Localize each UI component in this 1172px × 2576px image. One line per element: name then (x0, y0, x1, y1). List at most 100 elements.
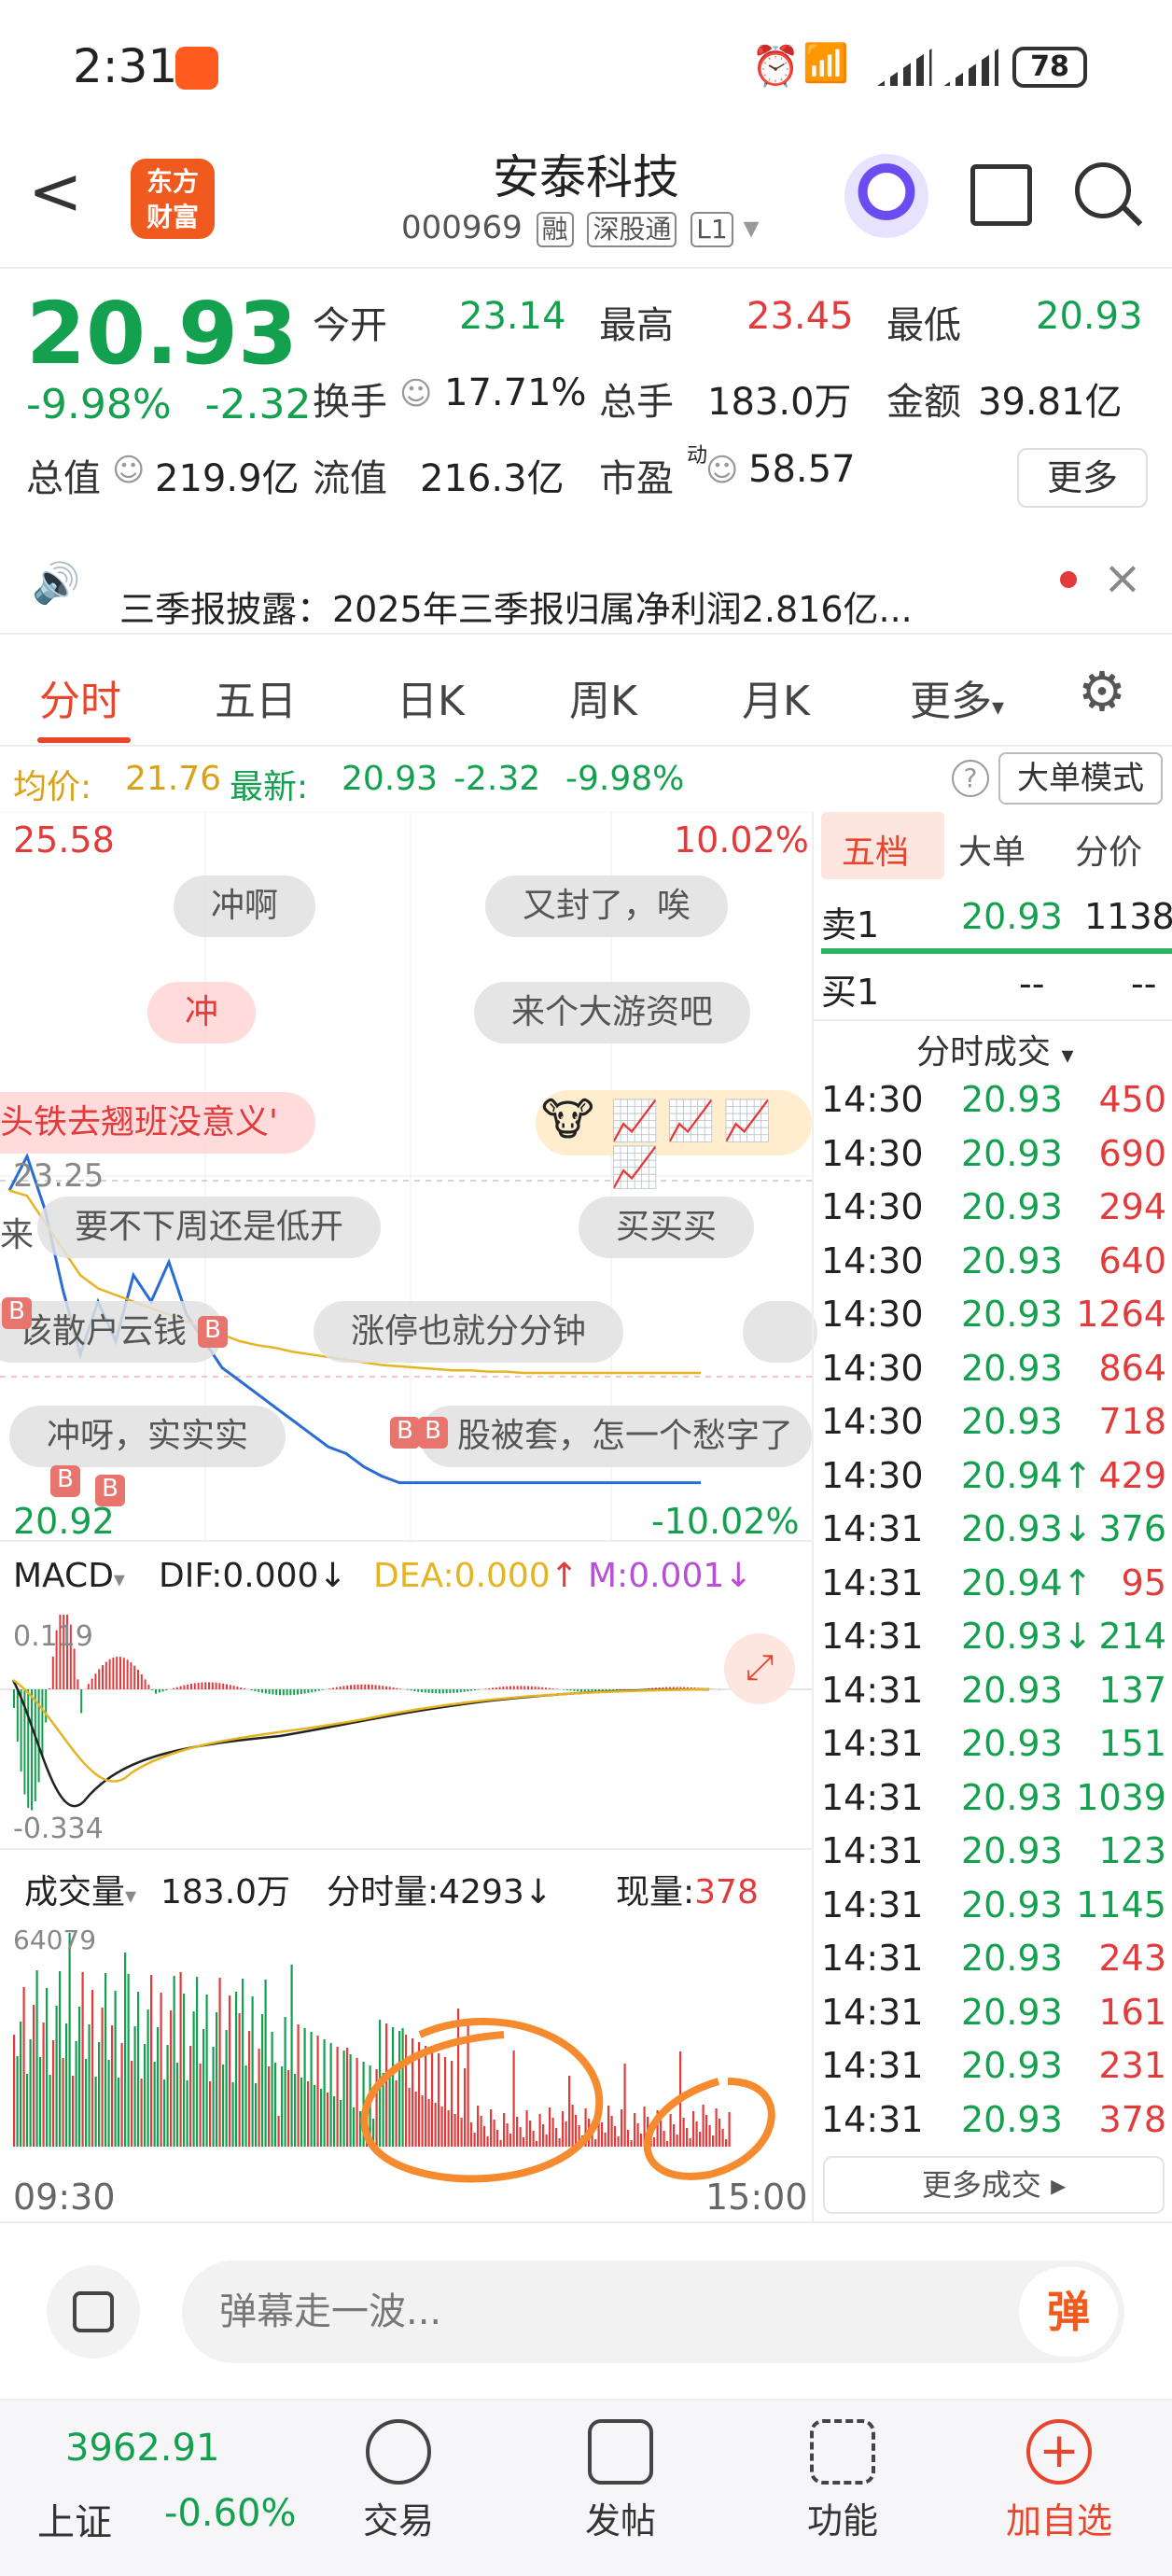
tab-five-day[interactable]: 五日 (215, 667, 297, 727)
volume-bar (205, 1995, 208, 2147)
status-bar: 2:31 ⏰ 📶 78 (0, 0, 1172, 131)
tab-monthly-k[interactable]: 月K (742, 667, 810, 727)
index-change: -0.60% (164, 2492, 297, 2535)
tab-by-price[interactable]: 分价 (1075, 825, 1142, 874)
trade-volume: 151 (1098, 1723, 1166, 1764)
volume-bar (140, 2079, 143, 2147)
volume-bar (329, 2043, 332, 2147)
trade-time: 14:31 (821, 1830, 924, 1871)
latest-change-pct: -9.98% (565, 760, 685, 798)
trade-volume: 231 (1098, 2045, 1166, 2086)
intraday-chart[interactable]: 25.58 10.02% 23.25 20.92 -10.02% 冲啊 又封了，… (0, 812, 817, 2221)
macd-bar (406, 1689, 409, 1690)
trade-volume: 690 (1098, 1132, 1166, 1174)
nav-functions[interactable]: 功能 (763, 2419, 922, 2543)
expand-icon[interactable]: ⤢ (724, 1633, 795, 1704)
volume-bar (22, 1987, 25, 2147)
macd-bar (421, 1689, 423, 1693)
macd-bar (293, 1689, 296, 1695)
grid-icon (810, 2419, 875, 2485)
volume-bar (179, 1972, 182, 2147)
danmaku-bar: 弹幕走一波... 弹 (0, 2221, 1172, 2399)
trade-row: 14:31 20.93 231 (821, 2045, 1166, 2099)
tab-weekly-k[interactable]: 周K (569, 667, 637, 727)
volume-bar (72, 2076, 75, 2147)
trade-row: 14:31 20.93↓ 214 (821, 1616, 1166, 1670)
buy-marker-icon[interactable]: B (2, 1297, 32, 1329)
macd-bar (435, 1689, 438, 1694)
gear-icon[interactable]: ⚙ (1078, 665, 1126, 719)
volume-tick-value: 分时量:4293 (327, 1873, 524, 1911)
buy-marker-icon[interactable]: B (418, 1417, 448, 1449)
big-order-mode-button[interactable]: 大单模式 (998, 752, 1163, 805)
volume-bar (189, 2046, 192, 2147)
more-trades-button[interactable]: 更多成交 ▸ (823, 2156, 1165, 2214)
tag-level: L1 (691, 212, 733, 247)
caret-down-icon: ▾ (992, 693, 1005, 721)
yen-icon (366, 2419, 431, 2485)
tab-daily-k[interactable]: 日K (397, 667, 465, 727)
volume-bar (176, 2063, 179, 2147)
macd-bar (506, 1686, 509, 1689)
volume-bar (212, 2047, 215, 2147)
macd-bar (232, 1686, 235, 1689)
danmaku-bubble: 买买买 (579, 1197, 755, 1258)
macd-bar (133, 1665, 136, 1689)
danmaku-settings-icon[interactable] (47, 2265, 140, 2359)
trades-title[interactable]: 分时成交 ▾ (916, 1025, 1074, 1073)
buy-marker-icon[interactable]: B (198, 1316, 228, 1348)
macd-bar (272, 1689, 274, 1695)
tab-five-levels[interactable]: 五档 (842, 825, 909, 874)
help-icon[interactable]: ? (952, 760, 989, 797)
buy-marker-icon[interactable]: B (95, 1475, 125, 1506)
macd-bar (179, 1686, 182, 1689)
tab-more[interactable]: 更多▾ (910, 667, 1004, 727)
volume-bar (300, 2078, 303, 2147)
low-label: 最低 (886, 304, 961, 347)
close-icon[interactable]: × (1103, 551, 1142, 605)
macd-selector[interactable]: MACD▾ (13, 1557, 125, 1595)
macd-bar (346, 1685, 349, 1689)
nav-post[interactable]: 发帖 (541, 2419, 700, 2543)
macd-bar (165, 1689, 168, 1691)
volume-bar (209, 2081, 212, 2147)
buy-marker-icon[interactable]: B (390, 1417, 420, 1449)
info-icon[interactable]: ☺ (705, 452, 738, 489)
macd-bar (527, 1686, 529, 1689)
assistant-robot-icon[interactable] (844, 154, 928, 238)
buy1-price: -- (1019, 963, 1045, 1004)
macd-bar (34, 1689, 36, 1802)
nav-add-watchlist[interactable]: + 加自选 (980, 2419, 1138, 2543)
macd-bar (424, 1689, 426, 1693)
volume-bar (75, 2041, 77, 2147)
macd-bar (41, 1689, 44, 1756)
chevron-down-icon[interactable]: ▾ (744, 209, 760, 246)
nav-trade[interactable]: 交易 (319, 2419, 478, 2543)
index-widget[interactable]: 3962.91 (65, 2427, 219, 2470)
macd-bar (360, 1684, 363, 1689)
tab-big-orders[interactable]: 大单 (958, 825, 1026, 874)
macd-bar (108, 1659, 111, 1689)
back-button[interactable]: < (28, 159, 83, 224)
volume-bar (101, 2008, 104, 2147)
share-icon[interactable] (970, 164, 1032, 226)
volume-bar (137, 1992, 140, 2147)
more-button[interactable]: 更多 (1017, 448, 1148, 508)
macd-bar (417, 1689, 420, 1692)
tab-intraday[interactable]: 分时 (39, 667, 121, 727)
news-ticker[interactable]: 🔊 三季报披露：2025年三季报归属净利润2.816亿... × (0, 523, 1172, 635)
danmaku-toggle-button[interactable]: 弹 (1017, 2265, 1120, 2359)
info-icon[interactable]: ☺ (112, 452, 145, 489)
macd-bar (208, 1682, 210, 1689)
bottom-nav: 3962.91 上证 -0.60% 交易 发帖 功能 + 加自选 (0, 2399, 1172, 2576)
buy-marker-icon[interactable]: B (50, 1465, 80, 1497)
stock-code-row: 000969 融 深股通 L1 ▾ (401, 209, 760, 247)
volume-selector[interactable]: 成交量▾ (24, 1865, 136, 1913)
volume-bar (231, 2082, 234, 2147)
danmaku-input[interactable]: 弹幕走一波... (182, 2261, 1124, 2363)
macd-bar (534, 1687, 537, 1689)
volume-bar (218, 1978, 221, 2147)
info-icon[interactable]: ☺ (399, 375, 432, 413)
alarm-icon: ⏰ (751, 43, 801, 89)
trade-price: 20.93 (961, 2098, 1063, 2140)
